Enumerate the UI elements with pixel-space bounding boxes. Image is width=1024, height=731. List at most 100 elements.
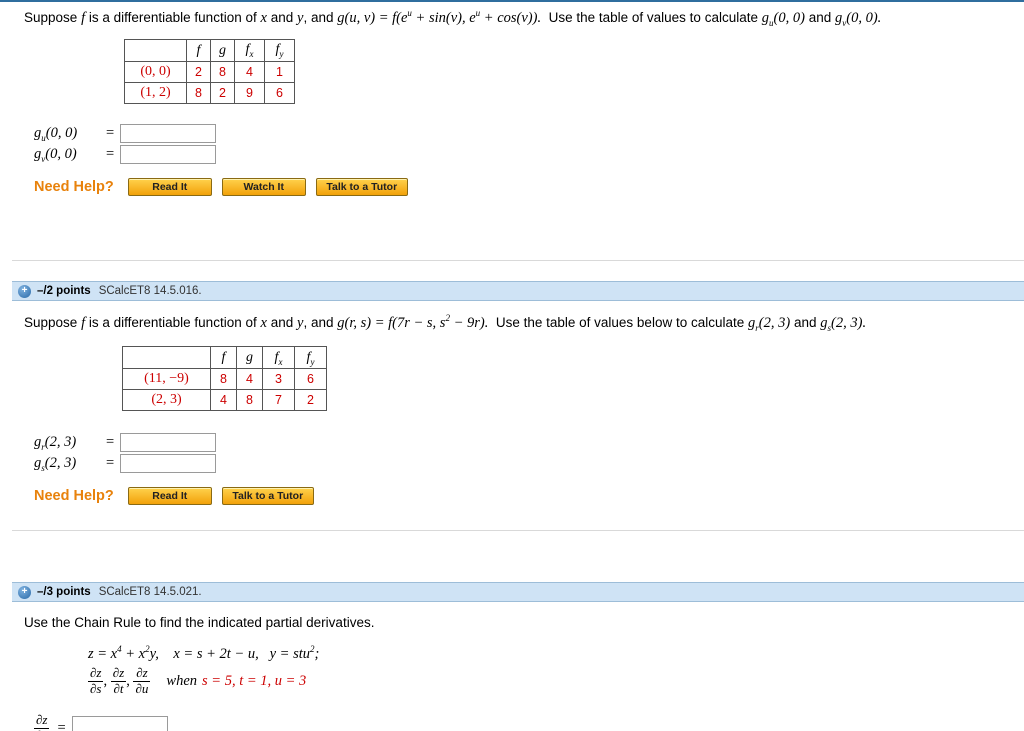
q2-row0-label: (11, −9)	[122, 368, 211, 391]
q1-target-1: gu(0, 0)	[761, 9, 805, 28]
q3-answer-equals: =	[57, 720, 66, 731]
q1-answer-input-gv[interactable]	[120, 145, 217, 165]
q2-var-x: x	[260, 314, 267, 331]
q2-head-fy: fy	[294, 346, 327, 370]
q1-a1-args: (0, 0)	[45, 124, 78, 141]
q3-answer-input-dzds[interactable]	[71, 715, 168, 731]
q3-answer-label: ∂z∂s	[34, 712, 50, 731]
q2-g-definition: g(r, s) = f(7r − s, s2 − 9r).	[337, 313, 489, 331]
q3-deriv-3: ∂z ∂u	[133, 665, 151, 697]
q2-need-help-label: Need Help?	[34, 488, 114, 505]
q2-answer-input-gs[interactable]	[120, 454, 217, 474]
q3-x-def: x = s + 2t − u,	[173, 645, 259, 662]
q1-g-def-a: g(u, v) = f(e	[337, 9, 408, 26]
q1-row0-label: (0, 0)	[124, 61, 187, 84]
q2-row0-c3: 6	[294, 368, 327, 391]
q3-z-def-c: y,	[149, 645, 159, 662]
q1-text-6: and	[808, 9, 832, 25]
q2-row0-c0: 8	[210, 368, 237, 391]
q1-t1-g: g	[761, 9, 769, 26]
q1-text-5: Use the table of values to calculate	[548, 9, 758, 25]
q3-equations: z = x4 + x2y, x = s + 2t − u, y = stu2; …	[88, 644, 1024, 698]
q3-deriv-1-num: ∂z	[88, 665, 104, 683]
q2-g-def-b: − 9r).	[449, 314, 489, 331]
q2-talk-to-a-tutor-button[interactable]: Talk to a Tutor	[221, 487, 314, 506]
q2-row1-label: (2, 3)	[122, 389, 211, 412]
q3-question-code: SCalcET8 14.5.021.	[98, 586, 202, 598]
q1-row0-c2: 4	[234, 61, 265, 84]
q1-values-table-wrap: f g fx fy (0, 0) 2 8 4 1 (1, 2) 8 2 9 6	[124, 39, 1024, 105]
q1-g-def-b: + sin(v), e	[411, 9, 476, 26]
q2-t2-g: g	[820, 314, 828, 331]
q2-values-table: f g fx fy (11, −9) 8 4 3 6 (2, 3) 4 8 7 …	[122, 346, 327, 412]
q1-need-help-label: Need Help?	[34, 179, 114, 196]
q3-deriv-1-den: ∂s	[90, 681, 102, 697]
q1-a2-args: (0, 0)	[45, 145, 77, 162]
q3-instruction: Use the Chain Rule to find the indicated…	[24, 615, 375, 630]
question-1: Suppose f is a differentiable function o…	[0, 8, 1024, 197]
table-row: (11, −9) 8 4 3 6	[122, 368, 327, 391]
q1-head-f: f	[186, 39, 211, 63]
q1-values-table: f g fx fy (0, 0) 2 8 4 1 (1, 2) 8 2 9 6	[124, 39, 295, 105]
expand-icon[interactable]: +	[18, 585, 31, 599]
q1-text-2: is a differentiable function of	[88, 9, 257, 25]
q3-answer-num: ∂z	[34, 712, 50, 730]
q2-text-1: Suppose	[24, 314, 78, 330]
q3-deriv-2: ∂z ∂t	[110, 665, 127, 697]
q2-read-it-button[interactable]: Read It	[127, 487, 212, 506]
q3-deriv-1: ∂z ∂s	[88, 665, 104, 697]
table-row: (1, 2) 8 2 9 6	[124, 82, 295, 105]
q2-a2-args: (2, 3)	[44, 454, 77, 471]
q1-need-help: Need Help? Read It Watch It Talk to a Tu…	[34, 178, 1024, 197]
q2-head-fx: fx	[262, 346, 295, 370]
q1-text-1: Suppose	[24, 9, 78, 25]
q1-answer-row-1: gu(0, 0) =	[34, 124, 1024, 144]
question-2: + –/2 points SCalcET8 14.5.016. Suppose …	[12, 281, 1024, 506]
q1-row1-c0: 8	[186, 82, 211, 105]
q1-talk-to-a-tutor-button[interactable]: Talk to a Tutor	[315, 178, 408, 197]
q1-row1-label: (1, 2)	[124, 82, 187, 105]
q1-answer-label-1: gu(0, 0)	[34, 125, 106, 143]
q3-answer-row: ∂z∂s =	[34, 712, 1024, 731]
q3-header-bar: + –/3 points SCalcET8 14.5.021.	[12, 582, 1024, 602]
q2-t2-args: (2, 3).	[831, 314, 867, 331]
expand-icon[interactable]: +	[18, 284, 31, 298]
q2-row0-c1: 4	[236, 368, 263, 391]
q1-watch-it-button[interactable]: Watch It	[221, 178, 306, 197]
q2-row0-c2: 3	[262, 368, 295, 391]
q1-answers: gu(0, 0) = gv(0, 0) =	[34, 124, 1024, 165]
q3-when-label: when	[166, 673, 198, 690]
page-root: Suppose f is a differentiable function o…	[0, 0, 1024, 731]
q1-text-4: , and	[303, 9, 334, 25]
q3-z-def-a: z = x	[88, 645, 118, 662]
q2-question-code: SCalcET8 14.5.016.	[98, 285, 202, 297]
q2-g-def-a: g(r, s) = f(7r − s, s	[337, 314, 446, 331]
q1-g-def-c: + cos(v)).	[480, 9, 542, 26]
q1-statement: Suppose f is a differentiable function o…	[24, 8, 1024, 29]
q1-row1-c2: 9	[234, 82, 265, 105]
q2-answer-label-2: gs(2, 3)	[34, 455, 106, 473]
q1-var-f: f	[81, 9, 86, 26]
q2-row1-c2: 7	[262, 389, 295, 412]
q1-row1-c1: 2	[210, 82, 235, 105]
q1-row0-c3: 1	[264, 61, 295, 84]
table-header-row: f g fx fy	[122, 346, 327, 370]
q1-row1-c3: 6	[264, 82, 295, 105]
q1-read-it-button[interactable]: Read It	[127, 178, 212, 197]
q1-answer-label-2: gv(0, 0)	[34, 146, 106, 164]
q2-corner-cell	[122, 346, 211, 370]
q1-row0-c1: 8	[210, 61, 235, 84]
q2-text-5: Use the table of values below to calcula…	[495, 314, 745, 330]
q2-text-4: , and	[303, 314, 334, 330]
q2-answer-row-1: gr(2, 3) =	[34, 433, 1024, 453]
q2-a1-equals: =	[106, 434, 115, 451]
q2-answers: gr(2, 3) = gs(2, 3) =	[34, 433, 1024, 474]
q2-target-1: gr(2, 3)	[748, 315, 790, 333]
q2-var-f: f	[81, 314, 86, 331]
q2-answer-input-gr[interactable]	[120, 433, 217, 453]
q2-values-table-wrap: f g fx fy (11, −9) 8 4 3 6 (2, 3) 4 8 7 …	[122, 346, 1024, 412]
q1-head-g: g	[210, 39, 235, 63]
q2-target-2: gs(2, 3).	[820, 314, 867, 333]
q2-text-3: and	[270, 314, 294, 330]
q1-answer-input-gu[interactable]	[120, 124, 217, 144]
